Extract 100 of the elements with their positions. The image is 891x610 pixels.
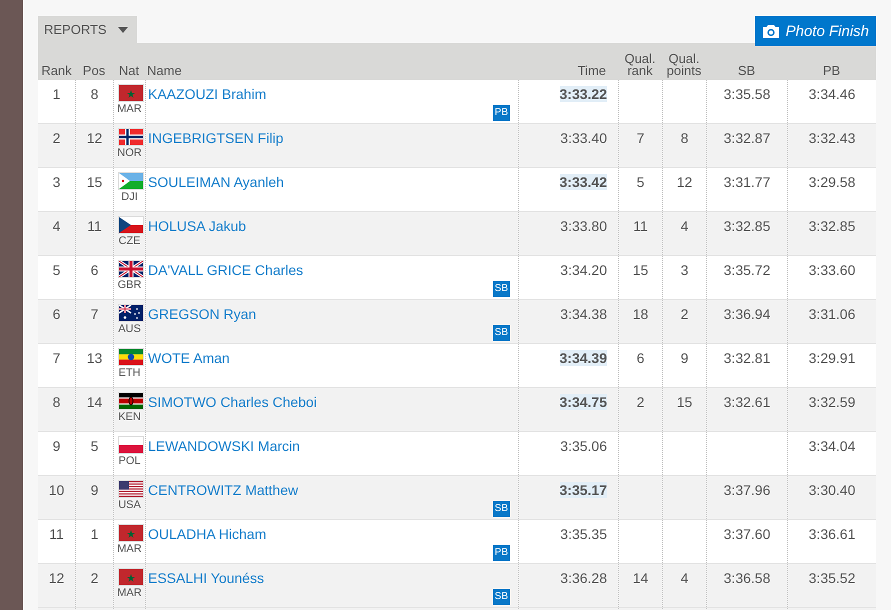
record-badge: SB [492, 281, 510, 297]
personal-best-cell: 3:33.60 [808, 262, 856, 278]
position-cell: 6 [90, 262, 98, 278]
qual-rank-cell: 15 [632, 262, 648, 278]
time-cell: 3:34.38 [560, 306, 607, 322]
record-badge: PB [492, 545, 510, 561]
time-cell: 3:33.22 [560, 86, 607, 102]
athlete-link[interactable]: SIMOTWO Charles Cheboi [148, 394, 317, 410]
position-cell: 11 [87, 218, 102, 234]
position-cell: 14 [86, 394, 102, 410]
position-cell: 12 [86, 130, 102, 146]
athlete-link[interactable]: OULADHA Hicham [148, 526, 266, 542]
personal-best-cell: 3:34.04 [808, 438, 856, 454]
rank-cell: 3 [52, 174, 60, 190]
time-cell: 3:35.06 [560, 438, 607, 454]
position-cell: 8 [90, 86, 98, 102]
personal-best-cell: 3:32.59 [808, 394, 856, 410]
qual-points-cell: 4 [680, 570, 688, 586]
column-header: Rank [40, 65, 73, 77]
country-code: DJI [121, 190, 138, 205]
athlete-link[interactable]: LEWANDOWSKI Marcin [148, 438, 300, 454]
record-badge: PB [492, 105, 510, 121]
personal-best-cell: 3:34.46 [808, 86, 856, 102]
flag-icon [118, 216, 144, 234]
season-best-cell: 3:37.96 [724, 482, 770, 498]
rank-cell: 2 [52, 130, 60, 146]
qual-rank-cell: 5 [636, 174, 644, 190]
personal-best-cell: 3:32.43 [808, 130, 856, 146]
flag-icon [118, 392, 144, 410]
athlete-link[interactable]: SOULEIMAN Ayanleh [148, 174, 284, 190]
column-header: Qual. rank [623, 53, 657, 77]
photo-finish-button[interactable]: Photo Finish [754, 16, 876, 46]
record-badge: SB [492, 589, 510, 605]
athlete-link[interactable]: INGEBRIGTSEN Filip [148, 130, 284, 146]
season-best-cell: 3:36.58 [724, 570, 770, 586]
flag-icon [118, 480, 144, 498]
rank-cell: 5 [52, 262, 60, 278]
season-best-cell: 3:32.85 [724, 218, 770, 234]
qual-points-cell: 3 [680, 262, 688, 278]
time-cell: 3:34.75 [560, 394, 607, 410]
country-code: NOR [117, 146, 142, 161]
position-cell: 15 [86, 174, 102, 190]
column-header: PB [822, 65, 842, 77]
rank-cell: 1 [52, 86, 60, 102]
country-code: POL [118, 454, 140, 469]
rank-cell: 10 [48, 482, 64, 498]
column-header: Time [576, 65, 607, 77]
rank-cell: 9 [52, 438, 60, 454]
rank-cell: 7 [52, 350, 60, 366]
rank-cell: 8 [52, 394, 60, 410]
country-code: AUS [118, 322, 141, 337]
country-code: CZE [118, 234, 140, 249]
time-cell: 3:35.35 [560, 526, 607, 542]
caret-icon [116, 26, 129, 34]
season-best-cell: 3:36.94 [724, 306, 770, 322]
qual-points-cell: 12 [676, 174, 692, 190]
rank-cell: 6 [52, 306, 60, 322]
qual-points-cell: 2 [680, 306, 688, 322]
athlete-link[interactable]: HOLUSA Jakub [148, 218, 246, 234]
country-code: ETH [118, 366, 140, 381]
column-header: Nat [118, 65, 140, 77]
qual-points-cell: 9 [680, 350, 688, 366]
position-cell: 1 [90, 526, 98, 542]
qual-rank-cell: 7 [636, 130, 644, 146]
rank-cell: 11 [49, 526, 64, 542]
personal-best-cell: 3:32.85 [808, 218, 856, 234]
season-best-cell: 3:32.87 [724, 130, 770, 146]
qual-rank-cell: 11 [633, 218, 648, 234]
season-best-cell: 3:35.58 [724, 86, 770, 102]
position-cell: 7 [90, 306, 98, 322]
season-best-cell: 3:37.60 [724, 526, 770, 542]
time-cell: 3:34.20 [560, 262, 607, 278]
country-code: MAR [117, 542, 142, 557]
country-code: MAR [117, 102, 142, 117]
personal-best-cell: 3:30.40 [808, 482, 856, 498]
country-code: KEN [118, 410, 141, 425]
qual-rank-cell: 6 [636, 350, 644, 366]
athlete-link[interactable]: CENTROWITZ Matthew [148, 482, 298, 498]
season-best-cell: 3:32.61 [724, 394, 770, 410]
athlete-link[interactable]: DA'VALL GRICE Charles [148, 262, 304, 278]
time-cell: 3:35.17 [560, 482, 607, 498]
position-cell: 5 [90, 438, 98, 454]
athlete-link[interactable]: KAAZOUZI Brahim [148, 86, 266, 102]
rank-cell: 4 [52, 218, 60, 234]
flag-icon [118, 84, 144, 102]
athlete-link[interactable]: GREGSON Ryan [148, 306, 256, 322]
camera-icon [762, 24, 780, 38]
season-best-cell: 3:31.77 [724, 174, 770, 190]
flag-icon [118, 436, 144, 454]
qual-points-cell: 4 [680, 218, 688, 234]
qual-points-cell: 8 [680, 130, 688, 146]
time-cell: 3:33.42 [560, 174, 607, 190]
position-cell: 9 [90, 482, 98, 498]
athlete-link[interactable]: ESSALHI Younéss [148, 570, 264, 586]
personal-best-cell: 3:29.58 [808, 174, 856, 190]
reports-menu[interactable]: REPORTS [38, 16, 137, 43]
qual-rank-cell: 2 [636, 394, 644, 410]
flag-icon [118, 128, 144, 146]
time-cell: 3:36.28 [560, 570, 607, 586]
athlete-link[interactable]: WOTE Aman [148, 350, 230, 366]
